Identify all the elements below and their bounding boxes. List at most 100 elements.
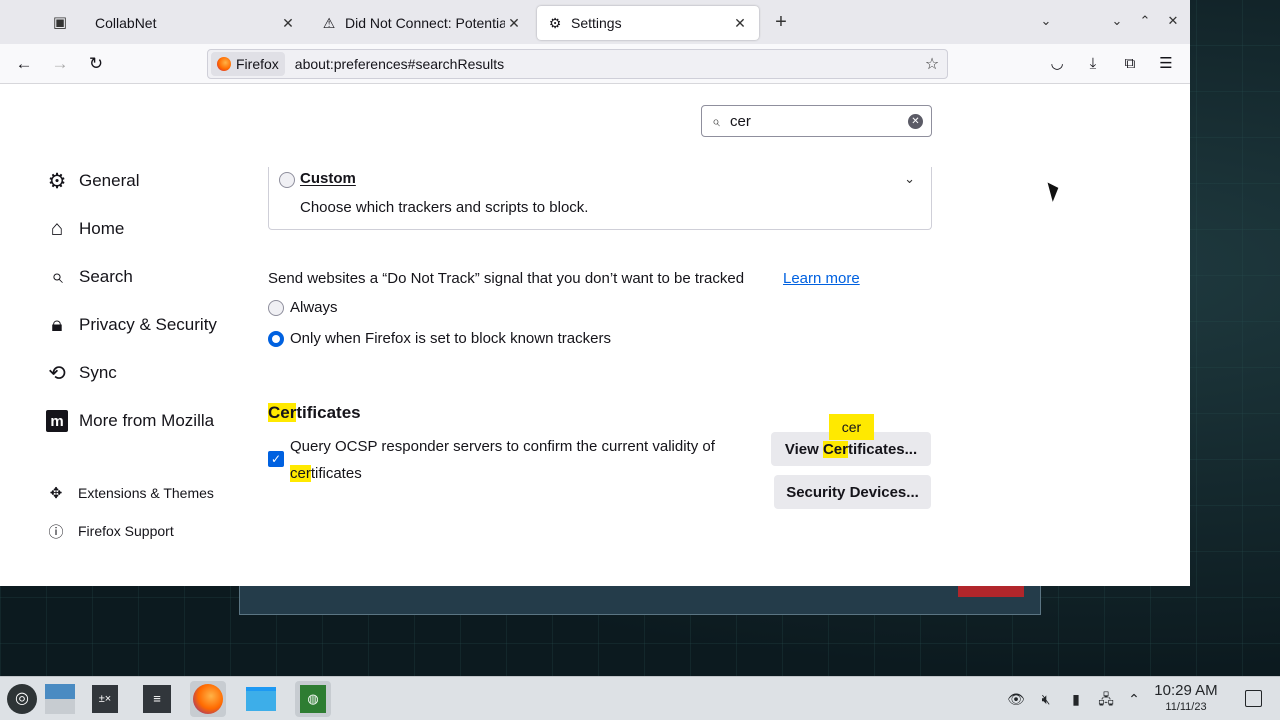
close-window-icon[interactable]: ✕ [1162, 10, 1184, 32]
address-bar[interactable]: Firefox about:preferences#searchResults … [207, 49, 948, 79]
reload-icon[interactable]: ↻ [82, 51, 110, 77]
sidebar-item-search[interactable]: ⌕ Search [44, 261, 133, 293]
sidebar-item-label: General [79, 171, 140, 190]
back-icon[interactable]: ← [10, 51, 38, 77]
extensions-themes-link[interactable]: ✥ Extensions & Themes [48, 482, 214, 504]
background-window [239, 586, 1041, 615]
chevron-down-icon[interactable]: ⌄ [904, 171, 915, 187]
forward-icon[interactable]: → [46, 51, 74, 77]
ocsp-checkbox[interactable]: ✓ [268, 451, 284, 467]
close-tab-icon[interactable]: ✕ [279, 15, 297, 32]
tab-title: Settings [571, 15, 622, 31]
sidebar-item-more-from-mozilla[interactable]: m More from Mozilla [44, 405, 214, 437]
sidebar-item-privacy[interactable]: 🔒︎ Privacy & Security [44, 309, 217, 341]
tab-title: Did Not Connect: Potential [345, 15, 505, 31]
sidebar-item-label: More from Mozilla [79, 411, 215, 430]
custom-radio[interactable] [279, 172, 295, 188]
heading-rest: tificates [296, 403, 361, 422]
learn-more-link[interactable]: Learn more [783, 270, 860, 287]
certificates-heading: Certificates [268, 403, 361, 423]
usb-device-icon[interactable]: ▮ [1066, 689, 1086, 709]
sidebar-item-label: Home [79, 219, 125, 238]
custom-title: Custom [300, 170, 356, 187]
identity-label: Firefox [236, 56, 279, 72]
sidebar-item-label: Sync [79, 363, 117, 382]
search-highlight: Cer [268, 403, 297, 422]
chevron-up-icon[interactable]: ⌃ [1124, 689, 1144, 709]
dnt-always-radio[interactable]: Always [268, 299, 338, 316]
mouse-cursor [1047, 180, 1062, 202]
firefox-window: ▣ CollabNet ✕ ⚠ Did Not Connect: Potenti… [0, 0, 1190, 586]
minimize-icon[interactable]: ⌄ [1106, 10, 1128, 32]
extensions-icon[interactable]: ⧉ [1117, 52, 1143, 76]
ocsp-label-continued: certificates [290, 465, 362, 482]
pocket-icon[interactable]: ◡ [1044, 52, 1070, 76]
menu-icon[interactable]: ☰ [1153, 52, 1179, 76]
mozilla-icon: m [44, 408, 70, 434]
search-highlight: cer [290, 465, 311, 482]
custom-description: Choose which trackers and scripts to blo… [300, 199, 589, 216]
navigation-toolbar: ← → ↻ Firefox about:preferences#searchRe… [0, 44, 1190, 84]
firefox-support-link[interactable]: ⓘ Firefox Support [48, 520, 174, 542]
terminal-icon[interactable]: ◍ [295, 681, 331, 717]
file-manager-icon[interactable] [243, 681, 279, 717]
button-label-start: View [784, 440, 823, 458]
search-tooltip: cer [829, 414, 874, 440]
taskbar: ◎ ±× ≡ ◍ 👁︎ 🔇︎ ▮ 🖧︎ ⌃ 10:29 AM 11/11/23 [0, 676, 1280, 720]
tab-title: CollabNet [95, 15, 157, 31]
close-tab-icon[interactable]: ✕ [505, 15, 523, 32]
puzzle-icon: ✥ [49, 485, 63, 502]
ocsp-label-rest: tificates [310, 465, 362, 482]
list-all-tabs-icon[interactable]: ⌄ [1035, 10, 1057, 32]
help-icon: ⓘ [48, 523, 64, 541]
radio-label: Only when Firefox is set to block known … [290, 330, 611, 347]
tab-settings[interactable]: ⚙ Settings ✕ [537, 6, 759, 40]
close-tab-icon[interactable]: ✕ [731, 15, 749, 32]
sidebar-item-home[interactable]: ⌂ Home [44, 213, 125, 245]
maximize-icon[interactable]: ⌃ [1134, 10, 1156, 32]
custom-tracking-option[interactable]: Custom Choose which trackers and scripts… [268, 167, 932, 230]
home-icon: ⌂ [50, 217, 64, 240]
clock[interactable]: 10:29 AM 11/11/23 [1150, 682, 1222, 714]
tab-did-not-connect[interactable]: ⚠ Did Not Connect: Potential ✕ [311, 6, 533, 40]
security-devices-button[interactable]: Security Devices... [774, 475, 931, 509]
gear-icon: ⚙ [47, 169, 67, 193]
sidebar-item-label: Search [79, 267, 133, 286]
settings-app-icon[interactable]: ≡ [139, 681, 175, 717]
clock-date: 11/11/23 [1165, 701, 1207, 713]
search-results-pane: Custom Choose which trackers and scripts… [268, 85, 932, 586]
search-icon: ⌕ [51, 265, 63, 288]
button-label-end: tificates... [847, 440, 918, 458]
tab-collabnet[interactable]: CollabNet ✕ [85, 6, 307, 40]
firefox-logo-icon [217, 57, 231, 71]
app-launcher-icon[interactable]: ◎ [4, 681, 40, 717]
radio-button[interactable] [268, 330, 284, 347]
preferences-page: ⌕ cer ✕ ⚙ General ⌂ Home ⌕ Search 🔒︎ Pri… [0, 85, 1190, 586]
calculator-icon[interactable]: ±× [87, 681, 123, 717]
background-close-button [958, 586, 1024, 597]
clock-time: 10:29 AM [1154, 682, 1218, 699]
sidebar-item-label: Privacy & Security [79, 315, 217, 334]
radio-label: Always [290, 299, 338, 316]
firefox-view-icon[interactable]: ▣ [44, 8, 76, 36]
link-label: Extensions & Themes [78, 485, 214, 501]
warning-icon: ⚠ [322, 14, 336, 31]
link-label: Firefox Support [78, 523, 174, 539]
sync-icon: ⟲ [48, 361, 66, 385]
dnt-only-when-blocking-radio[interactable]: Only when Firefox is set to block known … [268, 330, 611, 347]
eye-icon[interactable]: 👁︎ [1006, 689, 1026, 709]
volume-muted-icon[interactable]: 🔇︎ [1036, 689, 1056, 709]
network-icon[interactable]: 🖧︎ [1096, 689, 1116, 709]
identity-box[interactable]: Firefox [211, 52, 285, 76]
lock-icon: 🔒︎ [51, 313, 63, 336]
downloads-icon[interactable]: ⤓ [1080, 52, 1106, 76]
show-desktop-icon[interactable] [1245, 690, 1262, 707]
desktop-pager-icon[interactable] [42, 681, 78, 717]
url-text[interactable]: about:preferences#searchResults [295, 56, 917, 72]
bookmark-star-icon[interactable]: ☆ [917, 54, 947, 74]
sidebar-item-general[interactable]: ⚙ General [44, 165, 140, 197]
sidebar-item-sync[interactable]: ⟲ Sync [44, 357, 117, 389]
new-tab-button[interactable]: + [768, 9, 794, 35]
radio-button[interactable] [268, 299, 284, 316]
firefox-taskbar-icon[interactable] [190, 681, 226, 717]
